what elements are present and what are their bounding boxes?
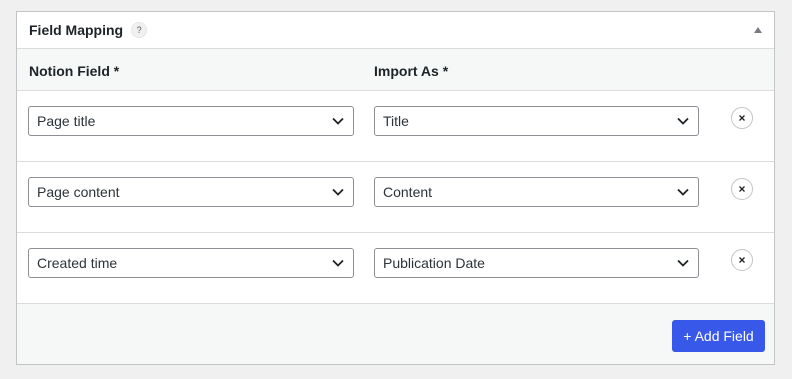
import-as-select[interactable]: Publication Date <box>374 248 699 278</box>
remove-row-button[interactable] <box>731 249 753 271</box>
panel-header[interactable]: Field Mapping ? <box>17 12 774 49</box>
chevron-down-icon <box>676 107 690 135</box>
chevron-down-icon <box>676 178 690 206</box>
notion-field-select[interactable]: Page title <box>28 106 354 136</box>
help-icon[interactable]: ? <box>131 22 148 38</box>
notion-field-select[interactable]: Page content <box>28 177 354 207</box>
chevron-down-icon <box>676 249 690 277</box>
column-header-row: Notion Field * Import As * <box>17 49 774 91</box>
mapping-row: Page title Title <box>17 91 774 162</box>
chevron-down-icon <box>331 178 345 206</box>
add-field-button[interactable]: + Add Field <box>672 320 765 352</box>
column-header-import-as: Import As * <box>374 63 449 79</box>
mapping-row: Created time Publication Date <box>17 233 774 304</box>
column-header-notion-field: Notion Field * <box>29 63 120 79</box>
import-as-select[interactable]: Title <box>374 106 699 136</box>
panel-footer: + Add Field <box>17 304 774 364</box>
required-marker: * <box>442 63 449 79</box>
panel-title: Field Mapping <box>29 22 124 38</box>
import-as-select[interactable]: Content <box>374 177 699 207</box>
close-icon <box>739 257 745 263</box>
close-icon <box>739 115 745 121</box>
chevron-down-icon <box>331 249 345 277</box>
notion-field-value: Page title <box>37 113 96 129</box>
remove-row-button[interactable] <box>731 107 753 129</box>
remove-row-button[interactable] <box>731 178 753 200</box>
import-as-value: Content <box>383 184 433 200</box>
import-as-value: Publication Date <box>383 255 485 271</box>
mapping-row: Page content Content <box>17 162 774 233</box>
field-mapping-panel: Field Mapping ? Notion Field * Import As… <box>16 11 775 365</box>
import-as-value: Title <box>383 113 409 129</box>
notion-field-value: Created time <box>37 255 118 271</box>
notion-field-select[interactable]: Created time <box>28 248 354 278</box>
required-marker: * <box>113 63 120 79</box>
chevron-down-icon <box>331 107 345 135</box>
collapse-toggle-icon[interactable] <box>754 27 762 33</box>
notion-field-value: Page content <box>37 184 120 200</box>
close-icon <box>739 186 745 192</box>
